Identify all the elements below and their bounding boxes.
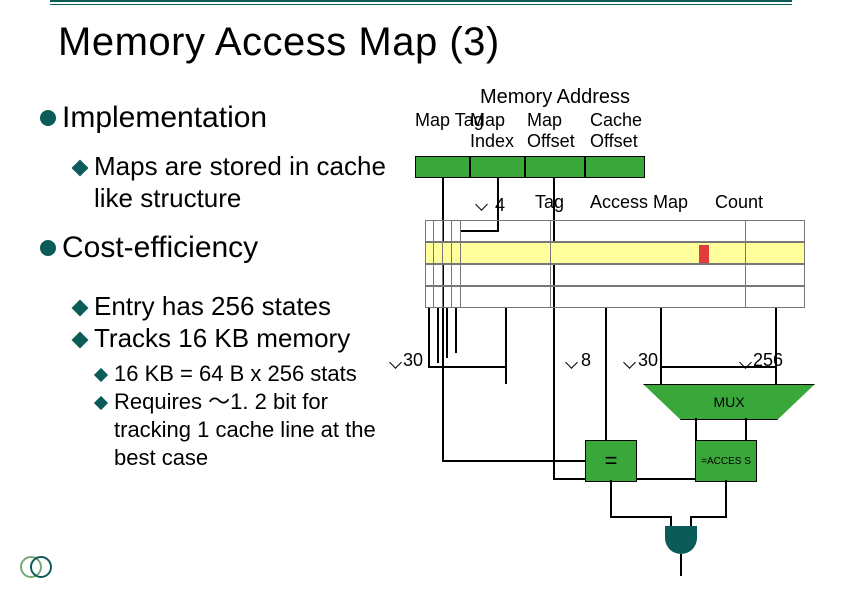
and-gate-icon: [665, 526, 697, 554]
bullet-text: Cost-efficiency: [62, 230, 395, 266]
bullet-diamond-icon: [94, 396, 108, 410]
bullet-implementation: Implementation: [40, 100, 395, 136]
bullet-column: Implementation Maps are stored in cache …: [40, 100, 395, 472]
access-check-block: =ACCES S: [695, 440, 757, 482]
col-access-map: Access Map: [590, 192, 688, 213]
bullet-cost-efficiency: Cost-efficiency: [40, 230, 395, 266]
bullet-diamond-icon: [72, 160, 89, 177]
mux-block: MUX: [643, 384, 815, 420]
col-tag: Tag: [535, 192, 564, 213]
col-count: Count: [715, 192, 763, 213]
access-label: =ACCES S: [701, 456, 751, 467]
hdr-map-index: Map Index: [470, 110, 520, 152]
memory-address-bar: [415, 156, 645, 178]
bus-width-30b: 30: [638, 350, 658, 371]
bullet-cost-sub1: Entry has 256 states: [74, 290, 395, 322]
bullet-dot-icon: [40, 240, 56, 256]
bullet-implementation-sub1: Maps are stored in cache like structure: [74, 150, 395, 214]
slide-title: Memory Access Map (3): [58, 20, 500, 65]
compare-eq-block: =: [585, 440, 637, 482]
bullet-diamond-icon: [72, 300, 89, 317]
bullet-text: Tracks 16 KB memory: [94, 322, 391, 354]
bullet-diamond-icon: [72, 332, 89, 349]
bullet-diamond-icon: [94, 368, 108, 382]
bullet-text: Implementation: [62, 100, 395, 136]
hdr-map-offset: Map Offset: [527, 110, 582, 152]
bullet-cost-sub2-sub2: Requires ～1. 2 bit for tracking 1 cache …: [96, 388, 395, 472]
bullet-text: Maps are stored in cache like structure: [94, 150, 391, 214]
bullet-cost-sub2: Tracks 16 KB memory: [74, 322, 395, 354]
diagram-area: Memory Address Map Tag Map Index Map Off…: [395, 90, 835, 560]
eq-label: =: [605, 448, 618, 474]
cache-table: [425, 220, 805, 308]
logo-icon: [18, 553, 54, 581]
memory-address-title: Memory Address: [455, 86, 655, 109]
bullet-text: Entry has 256 states: [94, 290, 391, 322]
bullet-dot-icon: [40, 110, 56, 126]
bullet-text: 16 KB = 64 B x 256 stats: [114, 360, 395, 388]
bullet-cost-sub2-sub1: 16 KB = 64 B x 256 stats: [96, 360, 395, 388]
bullet-text: Requires ～1. 2 bit for tracking 1 cache …: [114, 388, 395, 472]
mux-label: MUX: [713, 394, 744, 410]
bus-width-8: 8: [581, 350, 591, 371]
ways-tick: [477, 200, 486, 209]
ways-count: 4: [495, 195, 505, 216]
bus-width-30a: 30: [403, 350, 423, 371]
hdr-cache-offset: Cache Offset: [590, 110, 650, 152]
